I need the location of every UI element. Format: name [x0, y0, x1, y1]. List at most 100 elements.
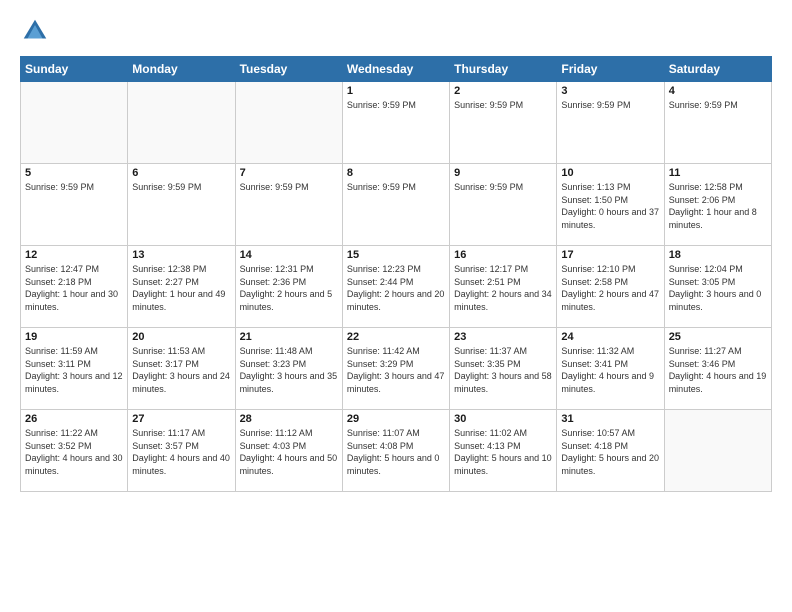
day-info: Sunrise: 11:37 AM Sunset: 3:35 PM Daylig…	[454, 345, 552, 395]
day-info: Sunrise: 9:59 PM	[561, 99, 659, 112]
day-info: Sunrise: 12:38 PM Sunset: 2:27 PM Daylig…	[132, 263, 230, 313]
day-info: Sunrise: 1:13 PM Sunset: 1:50 PM Dayligh…	[561, 181, 659, 231]
calendar-cell: 5 Sunrise: 9:59 PM	[21, 164, 128, 246]
day-number: 19	[25, 331, 123, 343]
day-info: Sunrise: 11:42 AM Sunset: 3:29 PM Daylig…	[347, 345, 445, 395]
day-info: Sunrise: 9:59 PM	[25, 181, 123, 194]
weekday-header-friday: Friday	[557, 57, 664, 82]
week-row-4: 19 Sunrise: 11:59 AM Sunset: 3:11 PM Dayl…	[21, 328, 772, 410]
day-number: 13	[132, 249, 230, 261]
calendar-cell: 20 Sunrise: 11:53 AM Sunset: 3:17 PM Dayl…	[128, 328, 235, 410]
calendar-cell: 1 Sunrise: 9:59 PM	[342, 82, 449, 164]
day-info: Sunrise: 11:27 AM Sunset: 3:46 PM Daylig…	[669, 345, 767, 395]
weekday-header-row: SundayMondayTuesdayWednesdayThursdayFrid…	[21, 57, 772, 82]
week-row-3: 12 Sunrise: 12:47 PM Sunset: 2:18 PM Dayl…	[21, 246, 772, 328]
calendar-cell	[128, 82, 235, 164]
calendar-cell: 25 Sunrise: 11:27 AM Sunset: 3:46 PM Dayl…	[664, 328, 771, 410]
day-info: Sunrise: 11:48 AM Sunset: 3:23 PM Daylig…	[240, 345, 338, 395]
calendar-cell: 10Sunrise: 1:13 PM Sunset: 1:50 PM Dayli…	[557, 164, 664, 246]
calendar-cell: 13 Sunrise: 12:38 PM Sunset: 2:27 PM Dayl…	[128, 246, 235, 328]
day-number: 24	[561, 331, 659, 343]
day-info: Sunrise: 12:31 PM Sunset: 2:36 PM Daylig…	[240, 263, 338, 313]
weekday-header-wednesday: Wednesday	[342, 57, 449, 82]
calendar-cell: 28Sunrise: 11:12 AM Sunset: 4:03 PM Dayl…	[235, 410, 342, 492]
calendar-cell: 3 Sunrise: 9:59 PM	[557, 82, 664, 164]
week-row-2: 5Sunrise: 9:59 PM6Sunrise: 9:59 PM7Sunri…	[21, 164, 772, 246]
weekday-header-sunday: Sunday	[21, 57, 128, 82]
header	[20, 16, 772, 46]
day-info: Sunrise: 9:59 PM	[454, 181, 552, 194]
calendar-cell: 4 Sunrise: 9:59 PM	[664, 82, 771, 164]
day-info: Sunrise: 9:59 PM	[347, 99, 445, 112]
day-number: 11	[669, 167, 767, 179]
day-number: 15	[347, 249, 445, 261]
day-info: Sunrise: 9:59 PM	[240, 181, 338, 194]
day-number: 1	[347, 85, 445, 97]
calendar-cell: 26Sunrise: 11:22 AM Sunset: 3:52 PM Dayl…	[21, 410, 128, 492]
calendar-cell: 7 Sunrise: 9:59 PM	[235, 164, 342, 246]
weekday-header-thursday: Thursday	[450, 57, 557, 82]
week-row-1: 1 Sunrise: 9:59 PM 2 Sunrise: 9:59 PM 3 Sunri…	[21, 82, 772, 164]
calendar-cell: 14Sunrise: 12:31 PM Sunset: 2:36 PM Dayl…	[235, 246, 342, 328]
day-info: Sunrise: 12:47 PM Sunset: 2:18 PM Daylig…	[25, 263, 123, 313]
day-number: 29	[347, 413, 445, 425]
day-info: Sunrise: 11:59 AM Sunset: 3:11 PM Daylig…	[25, 345, 123, 395]
day-number: 17	[561, 249, 659, 261]
calendar-cell: 22 Sunrise: 11:42 AM Sunset: 3:29 PM Dayl…	[342, 328, 449, 410]
day-number: 27	[132, 413, 230, 425]
logo	[20, 16, 54, 46]
calendar-cell: 2 Sunrise: 9:59 PM	[450, 82, 557, 164]
day-info: Sunrise: 11:22 AM Sunset: 3:52 PM Daylig…	[25, 427, 123, 477]
day-info: Sunrise: 12:04 PM Sunset: 3:05 PM Daylig…	[669, 263, 767, 313]
day-number: 3	[561, 85, 659, 97]
day-number: 22	[347, 331, 445, 343]
day-number: 21	[240, 331, 338, 343]
day-info: Sunrise: 10:57 AM Sunset: 4:18 PM Daylig…	[561, 427, 659, 477]
calendar-cell: 17 Sunrise: 12:10 PM Sunset: 2:58 PM Dayl…	[557, 246, 664, 328]
calendar-cell: 16Sunrise: 12:17 PM Sunset: 2:51 PM Dayl…	[450, 246, 557, 328]
calendar-table: SundayMondayTuesdayWednesdayThursdayFrid…	[20, 56, 772, 492]
calendar-cell: 11Sunrise: 12:58 PM Sunset: 2:06 PM Dayl…	[664, 164, 771, 246]
day-number: 20	[132, 331, 230, 343]
day-info: Sunrise: 11:17 AM Sunset: 3:57 PM Daylig…	[132, 427, 230, 477]
day-number: 23	[454, 331, 552, 343]
day-info: Sunrise: 11:07 AM Sunset: 4:08 PM Daylig…	[347, 427, 445, 477]
calendar-cell: 23 Sunrise: 11:37 AM Sunset: 3:35 PM Dayl…	[450, 328, 557, 410]
day-info: Sunrise: 11:53 AM Sunset: 3:17 PM Daylig…	[132, 345, 230, 395]
day-info: Sunrise: 12:23 PM Sunset: 2:44 PM Daylig…	[347, 263, 445, 313]
day-info: Sunrise: 11:02 AM Sunset: 4:13 PM Daylig…	[454, 427, 552, 477]
calendar-cell: 18Sunrise: 12:04 PM Sunset: 3:05 PM Dayl…	[664, 246, 771, 328]
day-number: 30	[454, 413, 552, 425]
day-info: Sunrise: 12:17 PM Sunset: 2:51 PM Daylig…	[454, 263, 552, 313]
day-number: 4	[669, 85, 767, 97]
calendar-cell: 8Sunrise: 9:59 PM	[342, 164, 449, 246]
day-info: Sunrise: 11:12 AM Sunset: 4:03 PM Daylig…	[240, 427, 338, 477]
calendar-cell	[235, 82, 342, 164]
day-number: 31	[561, 413, 659, 425]
day-number: 5	[25, 167, 123, 179]
weekday-header-monday: Monday	[128, 57, 235, 82]
calendar-cell: 15 Sunrise: 12:23 PM Sunset: 2:44 PM Dayl…	[342, 246, 449, 328]
calendar-cell: 29 Sunrise: 11:07 AM Sunset: 4:08 PM Dayl…	[342, 410, 449, 492]
day-number: 25	[669, 331, 767, 343]
calendar-cell	[21, 82, 128, 164]
day-info: Sunrise: 11:32 AM Sunset: 3:41 PM Daylig…	[561, 345, 659, 395]
day-info: Sunrise: 9:59 PM	[669, 99, 767, 112]
day-number: 2	[454, 85, 552, 97]
day-number: 7	[240, 167, 338, 179]
calendar-cell: 9 Sunrise: 9:59 PM	[450, 164, 557, 246]
calendar-cell: 30 Sunrise: 11:02 AM Sunset: 4:13 PM Dayl…	[450, 410, 557, 492]
day-info: Sunrise: 9:59 PM	[454, 99, 552, 112]
day-number: 12	[25, 249, 123, 261]
calendar-cell: 6Sunrise: 9:59 PM	[128, 164, 235, 246]
calendar-cell: 31 Sunrise: 10:57 AM Sunset: 4:18 PM Dayl…	[557, 410, 664, 492]
calendar-cell: 24 Sunrise: 11:32 AM Sunset: 3:41 PM Dayl…	[557, 328, 664, 410]
day-number: 8	[347, 167, 445, 179]
day-number: 9	[454, 167, 552, 179]
weekday-header-saturday: Saturday	[664, 57, 771, 82]
calendar-cell	[664, 410, 771, 492]
day-info: Sunrise: 9:59 PM	[132, 181, 230, 194]
day-info: Sunrise: 12:10 PM Sunset: 2:58 PM Daylig…	[561, 263, 659, 313]
calendar-cell: 12 Sunrise: 12:47 PM Sunset: 2:18 PM Dayl…	[21, 246, 128, 328]
calendar-cell: 19 Sunrise: 11:59 AM Sunset: 3:11 PM Dayl…	[21, 328, 128, 410]
